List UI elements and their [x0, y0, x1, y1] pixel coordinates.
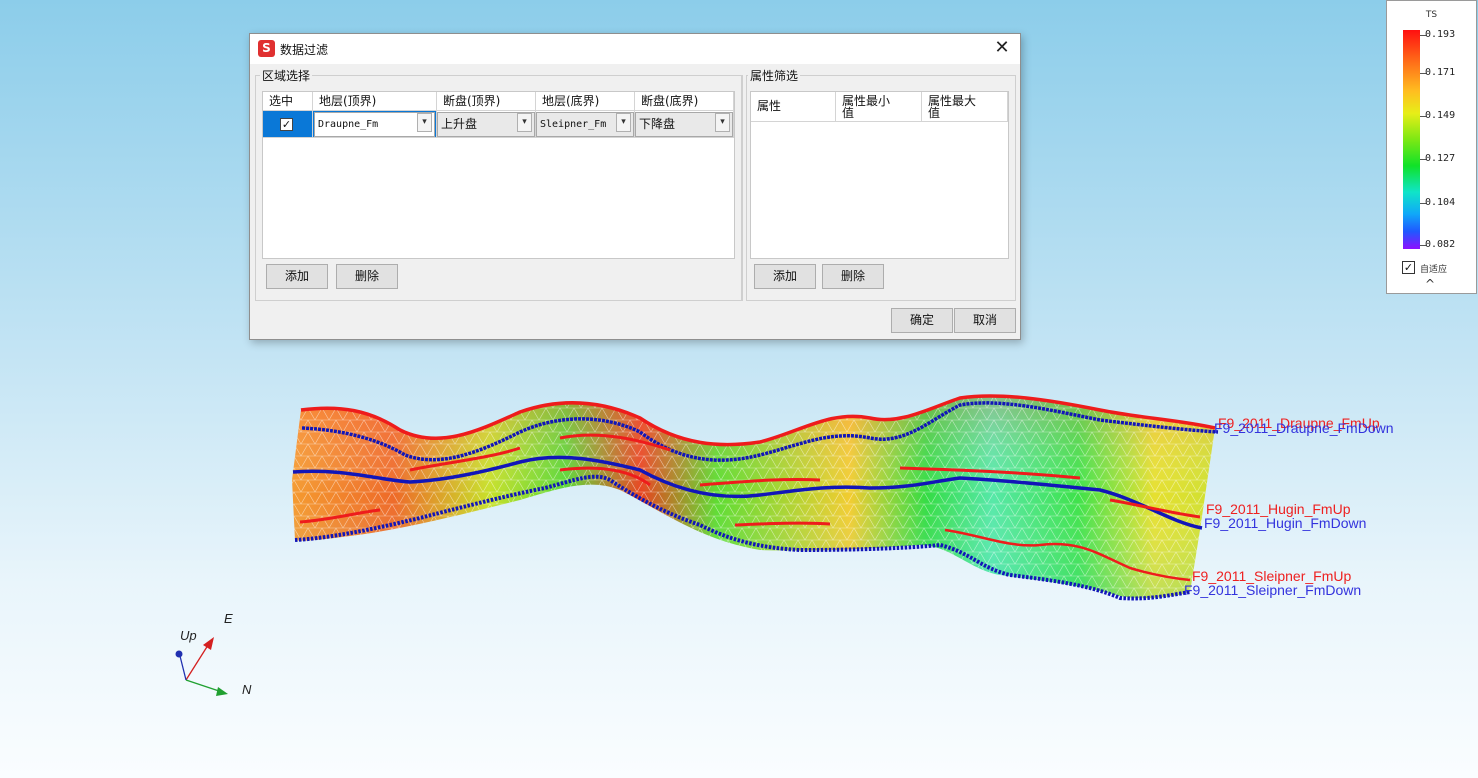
- axis-label-east: E: [224, 611, 233, 626]
- bottom-fault-block-cell[interactable]: 下降盘 ▾: [635, 111, 734, 138]
- bottom-layer-cell[interactable]: Sleipner_Fm ▾: [536, 111, 635, 138]
- top-fault-block-cell[interactable]: 上升盘 ▾: [437, 111, 536, 138]
- data-filter-dialog: S 数据过滤 ✕ 区域选择 选中 地层(顶界) 断盘(顶界) 地层(底界) 断盘…: [249, 33, 1021, 340]
- legend-tick-label: 0.082: [1425, 239, 1456, 250]
- horizon-label-sleipner-down: F9_2011_Sleipner_FmDown: [1184, 582, 1361, 598]
- column-header-attribute-max[interactable]: 属性最大值: [922, 92, 1008, 122]
- chevron-down-icon[interactable]: ▾: [616, 113, 631, 132]
- color-legend: TS 0.193 0.171 0.149 0.127 0.104 0.082 ✓…: [1386, 0, 1477, 294]
- column-header-attribute[interactable]: 属性: [751, 92, 836, 122]
- app-logo-icon: S: [258, 40, 275, 57]
- cancel-button[interactable]: 取消: [954, 308, 1016, 333]
- row-checkbox[interactable]: ✓: [280, 118, 293, 131]
- chevron-down-icon[interactable]: ▾: [417, 113, 432, 132]
- close-icon[interactable]: ✕: [990, 37, 1014, 59]
- orientation-axes: Up E N: [175, 611, 252, 697]
- top-layer-cell[interactable]: Draupne_Fm ▾: [313, 111, 437, 138]
- region-delete-button[interactable]: 删除: [336, 264, 398, 289]
- attribute-table: 属性 属性最小值 属性最大值: [750, 91, 1009, 259]
- legend-title: TS: [1425, 10, 1438, 20]
- axis-label-up: Up: [180, 628, 197, 643]
- group-divider: [742, 75, 743, 301]
- legend-tick-label: 0.193: [1425, 29, 1456, 40]
- row-select-cell[interactable]: ✓: [263, 111, 313, 138]
- horizon-label-hugin-down: F9_2011_Hugin_FmDown: [1204, 515, 1366, 531]
- region-group-label: 区域选择: [260, 67, 313, 84]
- ok-button[interactable]: 确定: [891, 308, 953, 333]
- adaptive-label: 自适应: [1420, 265, 1448, 275]
- region-table: 选中 地层(顶界) 断盘(顶界) 地层(底界) 断盘(底界) ✓ Draupne…: [262, 91, 735, 259]
- legend-colorbar: [1403, 30, 1420, 249]
- legend-tick-label: 0.171: [1425, 67, 1456, 78]
- dialog-titlebar[interactable]: S 数据过滤 ✕: [250, 34, 1020, 64]
- horizon-label-draupne-down: F9_2011_Draupne_FmDown: [1214, 420, 1394, 436]
- chevron-down-icon[interactable]: ▾: [517, 113, 532, 132]
- legend-tick-label: 0.127: [1425, 153, 1456, 164]
- table-row[interactable]: ✓ Draupne_Fm ▾ 上升盘 ▾ Sleipner_Fm ▾ 下降盘 ▾: [263, 111, 734, 138]
- chevron-down-icon[interactable]: ▾: [715, 113, 730, 132]
- column-header-top-fault-block[interactable]: 断盘(顶界): [437, 92, 536, 111]
- column-header-selected[interactable]: 选中: [263, 92, 313, 111]
- dialog-title: 数据过滤: [280, 43, 329, 57]
- column-header-top-layer[interactable]: 地层(顶界): [313, 92, 437, 111]
- column-header-bottom-layer[interactable]: 地层(底界): [536, 92, 635, 111]
- region-add-button[interactable]: 添加: [266, 264, 328, 289]
- adaptive-checkbox[interactable]: ✓: [1402, 261, 1415, 274]
- attribute-group-label: 属性筛选: [748, 67, 801, 84]
- legend-tick-label: 0.149: [1425, 110, 1456, 121]
- attribute-add-button[interactable]: 添加: [754, 264, 816, 289]
- axis-label-north: N: [242, 682, 252, 697]
- attribute-delete-button[interactable]: 删除: [822, 264, 884, 289]
- column-header-attribute-min[interactable]: 属性最小值: [836, 92, 922, 122]
- legend-tick-label: 0.104: [1425, 197, 1456, 208]
- column-header-bottom-fault-block[interactable]: 断盘(底界): [635, 92, 734, 111]
- collapse-chevron-icon[interactable]: ^: [1425, 277, 1435, 291]
